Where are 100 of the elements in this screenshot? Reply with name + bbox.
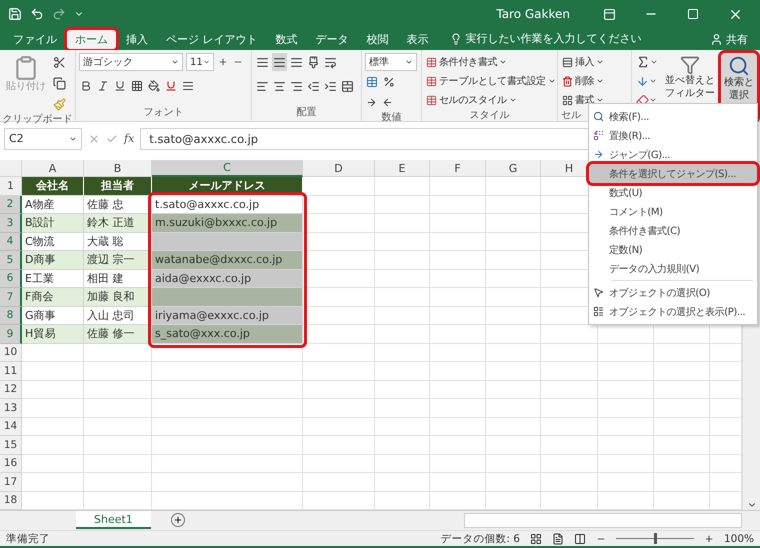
name-box[interactable]: C2 — [4, 128, 82, 150]
add-sheet-button[interactable] — [170, 513, 185, 527]
table-cell: 大蔵 聡 — [84, 232, 152, 251]
table-cell: C物流 — [22, 232, 84, 251]
caret-icon — [596, 77, 604, 85]
maximize-icon — [687, 8, 699, 20]
row-header[interactable]: 12 — [0, 380, 22, 399]
menu-item[interactable]: コメント(M) — [589, 202, 757, 221]
row-header[interactable]: 4 — [0, 232, 22, 251]
ribbon-tab[interactable]: 挿入 — [117, 29, 157, 50]
normal-view-icon[interactable] — [530, 532, 542, 544]
menu-item[interactable]: データの入力規則(V) — [589, 259, 757, 278]
group-label: セル — [561, 109, 581, 123]
row-header[interactable]: 8 — [0, 306, 22, 325]
save-icon[interactable] — [8, 7, 22, 21]
redo-icon[interactable] — [52, 7, 66, 21]
table-icon — [426, 94, 437, 106]
status-text: 準備完了 — [6, 532, 50, 546]
menu-item[interactable]: 条件付き書式(C) — [589, 221, 757, 240]
ribbon-tab[interactable]: 数式 — [266, 29, 306, 50]
horizontal-scrollbar[interactable] — [464, 513, 742, 528]
table-cell: 入山 忠司 — [84, 306, 152, 325]
menu-item[interactable]: オブジェクトの選択(O) — [589, 283, 757, 302]
ribbon-tab[interactable]: ページ レイアウト — [157, 29, 266, 50]
ribbon-tab[interactable]: 表示 — [398, 29, 438, 50]
row-header[interactable]: 5 — [0, 251, 22, 270]
tell-me-field[interactable]: 実行したい作業を入力してください — [450, 31, 642, 50]
ribbon-tab[interactable]: ホーム — [66, 29, 117, 50]
table-cell: F商会 — [22, 288, 84, 306]
caret-icon — [548, 77, 556, 85]
row-header[interactable]: 15 — [0, 436, 22, 454]
column-header[interactable]: G — [486, 160, 541, 177]
table-cell: 相田 建 — [84, 270, 152, 288]
row-header[interactable]: 10 — [0, 344, 22, 362]
ribbon-tab[interactable]: 校閲 — [358, 29, 398, 50]
row-header[interactable]: 16 — [0, 454, 22, 473]
italic-icon — [97, 80, 109, 92]
cells-button[interactable]: 削除 — [561, 72, 606, 90]
insert-function-button[interactable]: fx — [124, 132, 134, 145]
style-button[interactable]: 条件付き書式 — [425, 53, 557, 71]
font-size-field[interactable]: 11 — [186, 53, 214, 71]
style-button[interactable]: テーブルとして書式設定 — [425, 72, 557, 90]
percent-icon — [383, 76, 395, 88]
row-header[interactable]: 14 — [0, 418, 22, 436]
align-middle-button[interactable] — [272, 53, 287, 71]
row-header[interactable]: 6 — [0, 270, 22, 288]
menu-item[interactable]: オブジェクトの選択と表示(P)... — [589, 302, 757, 321]
ribbon-tab[interactable]: データ — [306, 29, 358, 50]
table-cell: E工業 — [22, 270, 84, 288]
outdent-icon — [307, 80, 320, 92]
row-header[interactable]: 7 — [0, 288, 22, 306]
number-format-field[interactable]: 標準 — [365, 53, 417, 71]
row-header[interactable]: 13 — [0, 399, 22, 418]
menu-item[interactable]: 数式(U) — [589, 183, 757, 202]
table-icon — [366, 76, 378, 88]
menu-item[interactable]: 置換(R)... — [589, 126, 757, 145]
row-header[interactable]: 3 — [0, 214, 22, 232]
ribbon-tab[interactable]: ファイル — [4, 29, 66, 50]
bold-icon — [80, 80, 92, 92]
sheet-tab[interactable]: Sheet1 — [76, 511, 151, 529]
grid-icon — [131, 80, 143, 92]
brush-icon — [307, 56, 320, 68]
table-cell: 佐藤 忠 — [84, 196, 152, 214]
search-icon — [728, 55, 750, 77]
page-break-icon[interactable] — [574, 532, 586, 544]
replace-icon — [593, 130, 604, 141]
table-cell: G商事 — [22, 306, 84, 325]
menu-item[interactable]: 条件を選択してジャンプ(S)... — [589, 164, 757, 183]
table-cell: s_sato@xxx.co.jp — [152, 325, 303, 344]
column-header[interactable]: E — [375, 160, 430, 177]
font-name-field[interactable]: 游ゴシック — [79, 53, 183, 71]
scissors-icon — [53, 56, 66, 68]
share-button[interactable]: 共有 — [704, 31, 754, 50]
row-header[interactable]: 2 — [0, 196, 22, 214]
menu-item[interactable]: 定数(N) — [589, 240, 757, 259]
zoom-thumb[interactable] — [654, 533, 657, 544]
undo-icon[interactable] — [30, 7, 44, 21]
row-header[interactable]: 11 — [0, 362, 22, 380]
column-header[interactable]: A — [22, 160, 84, 177]
row-header[interactable]: 9 — [0, 325, 22, 344]
arrow-icon — [382, 96, 393, 108]
table-cell: t.sato@axxxc.co.jp — [152, 196, 303, 214]
zoom-in-icon[interactable] — [704, 534, 714, 544]
style-button[interactable]: セルのスタイル — [425, 91, 557, 109]
lines-icon — [290, 56, 303, 68]
group-label: フォント — [144, 106, 184, 120]
column-header[interactable]: B — [84, 160, 152, 177]
caret-icon — [596, 58, 604, 66]
arrow-icon — [593, 149, 604, 160]
column-header[interactable]: C — [152, 160, 303, 177]
cells-button[interactable]: 挿入 — [561, 53, 606, 71]
grid-icon — [562, 94, 573, 106]
row-header[interactable]: 1 — [0, 177, 22, 196]
column-header[interactable]: F — [430, 160, 486, 177]
row-header[interactable]: 17 — [0, 473, 22, 492]
column-header[interactable]: D — [303, 160, 375, 177]
panel-icon — [602, 8, 616, 20]
row-header[interactable]: 18 — [0, 492, 22, 510]
caret-icon — [171, 58, 179, 66]
page-layout-icon[interactable] — [552, 532, 564, 544]
